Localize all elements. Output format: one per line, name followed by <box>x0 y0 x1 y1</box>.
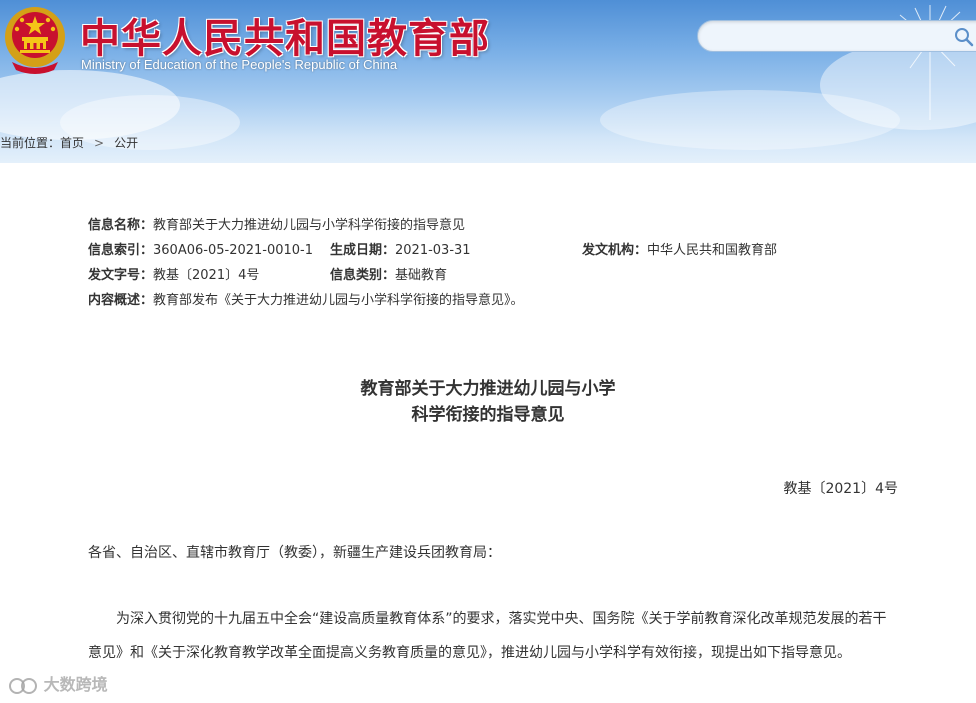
article-title-line-2: 科学衔接的指导意见 <box>411 405 565 425</box>
article-doc-number: 教基〔2021〕4号 <box>783 481 898 497</box>
search-box[interactable] <box>697 20 976 52</box>
watermark-logo-icon <box>9 677 37 694</box>
breadcrumb-home-link[interactable]: 首页 <box>60 136 84 150</box>
info-org-label: 发文机构： <box>582 243 648 258</box>
info-category-label: 信息类别： <box>330 268 396 283</box>
info-row-docno: 发文字号：教基〔2021〕4号 <box>88 266 259 286</box>
search-input[interactable] <box>712 27 946 49</box>
info-date-value: 2021-03-31 <box>395 243 471 258</box>
info-docno-label: 发文字号： <box>88 268 154 283</box>
breadcrumb-separator-icon: > <box>94 135 105 150</box>
info-docno-value: 教基〔2021〕4号 <box>153 268 260 283</box>
article-paragraph: 为深入贯彻党的十九届五中全会“建设高质量教育体系”的要求，落实党中央、国务院《关… <box>88 611 887 661</box>
article-title: 教育部关于大力推进幼儿园与小学 科学衔接的指导意见 <box>0 376 976 428</box>
article-salutation: 各省、自治区、直辖市教育厅（教委），新疆生产建设兵团教育局： <box>88 545 501 561</box>
info-date-label: 生成日期： <box>330 243 396 258</box>
watermark-text: 大数跨境 <box>8 671 108 695</box>
info-org-value: 中华人民共和国教育部 <box>647 243 778 258</box>
info-index-label: 信息索引： <box>88 243 154 258</box>
info-summary-label: 内容概述： <box>88 293 154 308</box>
info-category-value: 基础教育 <box>395 268 448 283</box>
info-row-date: 生成日期：2021-03-31 <box>330 241 471 261</box>
info-row-index: 信息索引：360A06-05-2021-0010-1 <box>88 241 313 261</box>
dandelion-decoration <box>895 5 969 120</box>
article-title-line-1: 教育部关于大力推进幼儿园与小学 <box>360 379 616 399</box>
breadcrumb-public-link[interactable]: 公开 <box>114 136 138 150</box>
info-summary-value: 教育部发布《关于大力推进幼儿园与小学科学衔接的指导意见》。 <box>153 293 524 308</box>
info-row-summary: 内容概述：教育部发布《关于大力推进幼儿园与小学科学衔接的指导意见》。 <box>88 291 524 311</box>
info-row-name: 信息名称：教育部关于大力推进幼儿园与小学科学衔接的指导意见 <box>88 216 465 236</box>
site-title[interactable]: 中华人民共和国教育部 <box>80 6 490 64</box>
site-header: 中华人民共和国教育部 Ministry of Education of the … <box>0 0 976 163</box>
breadcrumb-prefix: 当前位置： <box>0 136 61 150</box>
info-row-category: 信息类别：基础教育 <box>330 266 447 286</box>
info-name-label: 信息名称： <box>88 218 154 233</box>
breadcrumb: 当前位置：首页 > 公开 <box>0 134 138 151</box>
info-row-org: 发文机构：中华人民共和国教育部 <box>582 241 777 261</box>
search-icon[interactable] <box>953 26 975 48</box>
info-name-value: 教育部关于大力推进幼儿园与小学科学衔接的指导意见 <box>153 218 466 233</box>
watermark-label: 大数跨境 <box>43 675 108 694</box>
site-subtitle-en: Ministry of Education of the People's Re… <box>81 57 398 72</box>
national-emblem-icon <box>5 7 65 74</box>
info-index-value: 360A06-05-2021-0010-1 <box>153 243 314 258</box>
